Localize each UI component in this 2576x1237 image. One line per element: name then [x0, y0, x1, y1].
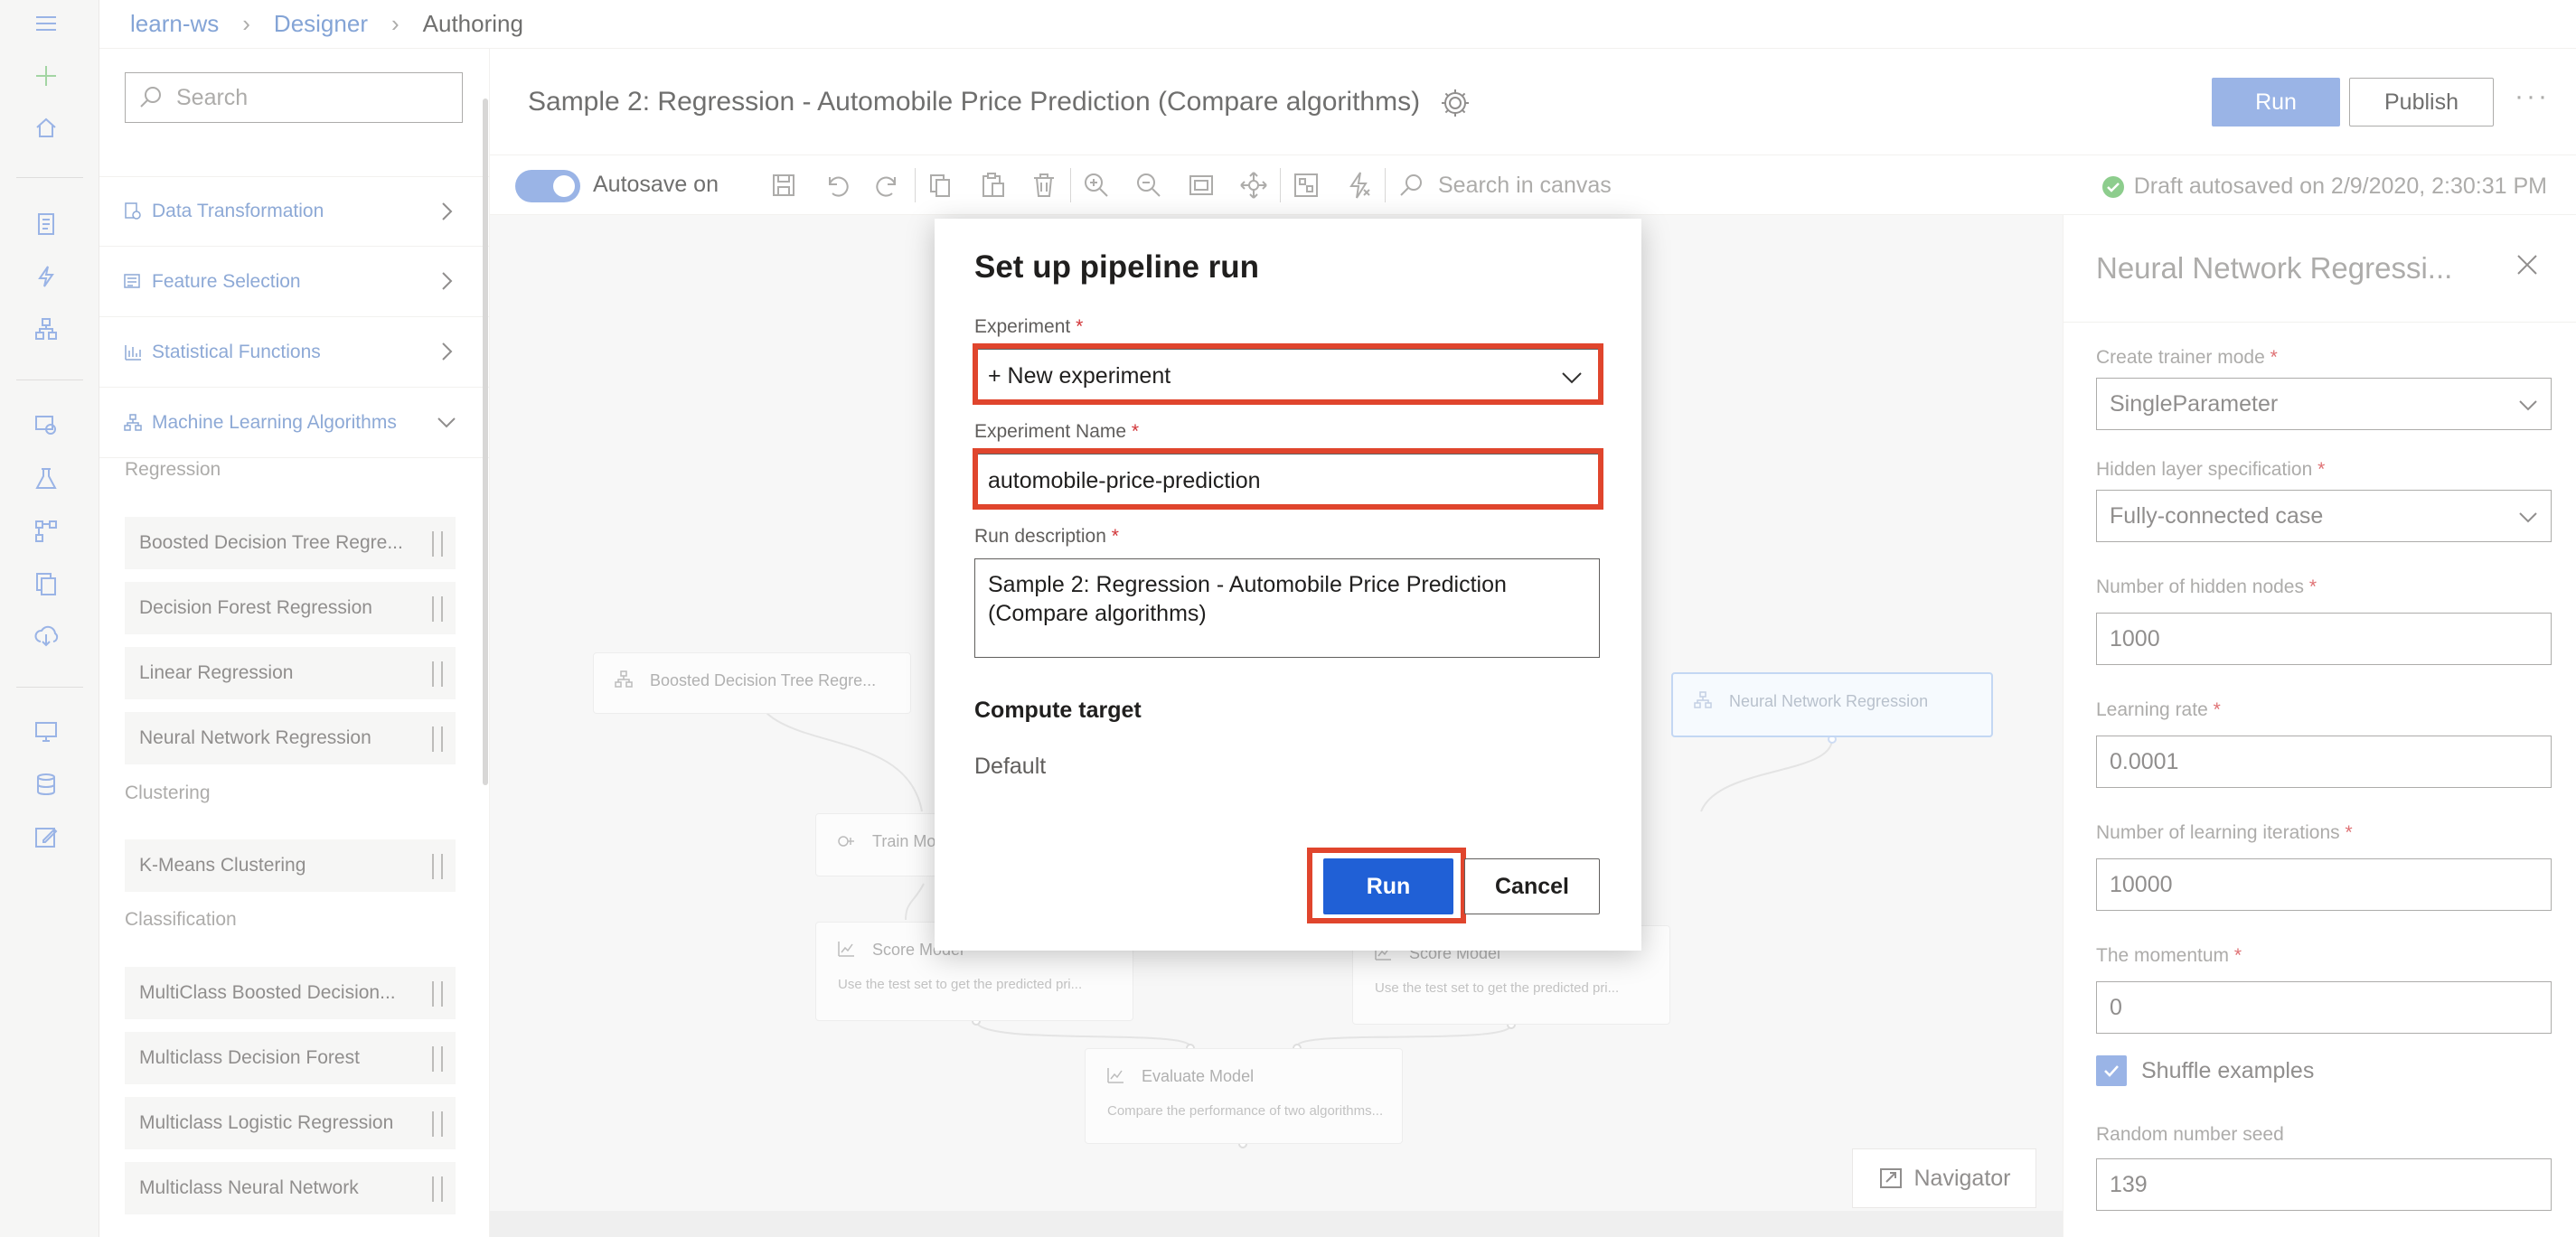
highlight-box: [973, 448, 1603, 510]
highlight-box: [973, 343, 1603, 405]
run-description-textarea[interactable]: Sample 2: Regression - Automobile Price …: [974, 558, 1600, 658]
required-mark: *: [1076, 316, 1084, 337]
label-text: Run description: [974, 526, 1106, 547]
required-mark: *: [1131, 421, 1140, 442]
run-description-label: Run description *: [974, 526, 1119, 548]
compute-target-heading: Compute target: [974, 698, 1142, 723]
required-mark: *: [1111, 526, 1119, 547]
experiment-label: Experiment *: [974, 316, 1083, 338]
dialog-cancel-button[interactable]: Cancel: [1464, 858, 1600, 914]
label-text: Experiment: [974, 316, 1071, 337]
compute-target-value: Default: [974, 754, 1047, 779]
experiment-name-label: Experiment Name *: [974, 421, 1139, 443]
dialog-title: Set up pipeline run: [974, 249, 1260, 285]
textarea-value: Sample 2: Regression - Automobile Price …: [988, 572, 1507, 626]
pipeline-run-dialog: Set up pipeline run Experiment * + New e…: [935, 219, 1641, 951]
highlight-box: [1307, 848, 1466, 923]
label-text: Experiment Name: [974, 421, 1127, 442]
